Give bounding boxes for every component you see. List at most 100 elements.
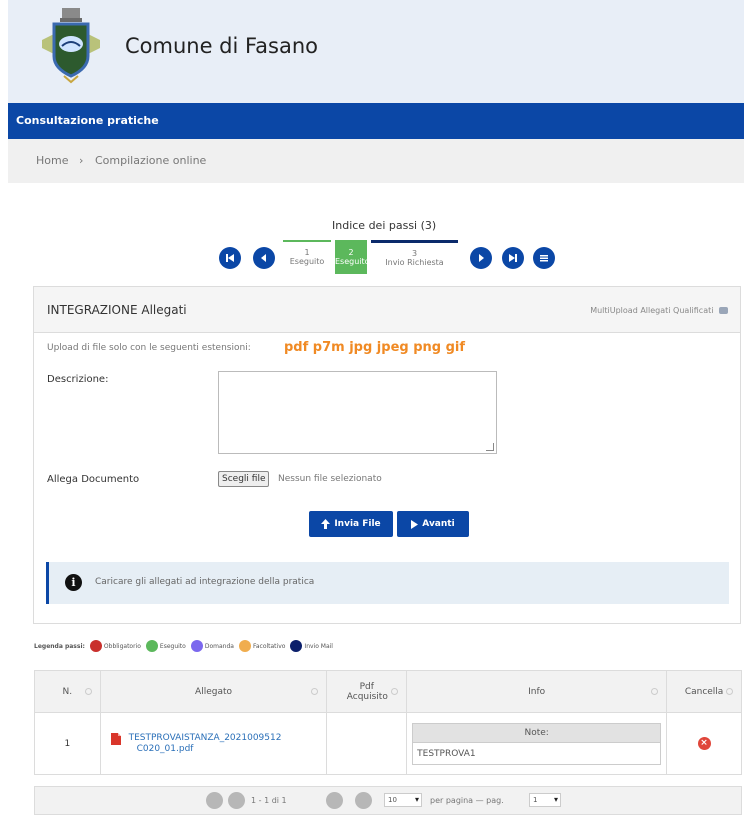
step-1[interactable]: 1 Eseguito (283, 240, 331, 274)
top-nav-bar: Consultazione pratiche (8, 103, 744, 139)
coat-of-arms-logo[interactable] (36, 6, 106, 88)
site-header: Comune di Fasano (8, 0, 744, 103)
step-2-label: Eseguito (335, 257, 370, 266)
step-3-number: 3 (411, 249, 418, 258)
col-info-label: Info (528, 686, 546, 697)
site-title[interactable]: Comune di Fasano (125, 34, 318, 58)
page-size-value: 10 (388, 796, 397, 804)
col-allegato[interactable]: Allegato (99, 670, 328, 713)
cell-allegato: TESTPROVAISTANZA_2021009512 C020_01.pdf (99, 712, 328, 775)
cell-n: 1 (34, 712, 101, 775)
delete-icon[interactable]: × (697, 737, 711, 750)
legend-item-obbligatorio: Obbligatorio (89, 640, 141, 652)
chevron-left-icon (261, 254, 266, 262)
col-pdf-label: Pdf Acquisito (346, 681, 388, 702)
legend-label: Invio Mail (304, 642, 333, 650)
first-step-button[interactable] (219, 247, 241, 269)
col-n-label: N. (62, 686, 73, 697)
no-file-selected: Nessun file selezionato (278, 474, 382, 484)
upload-icon (719, 307, 728, 314)
sort-icon (391, 688, 399, 695)
integrazione-panel: INTEGRAZIONE Allegati MultiUpload Allega… (33, 286, 741, 624)
last-step-button[interactable] (502, 247, 524, 269)
pager-next-icon[interactable] (326, 792, 343, 809)
page-number-select[interactable]: 1 ▾ (529, 793, 561, 807)
pdf-file-icon (110, 732, 121, 745)
next-step-button[interactable] (470, 247, 492, 269)
green-dot-icon (145, 640, 158, 652)
pager-first-icon[interactable] (206, 792, 223, 809)
invia-file-button[interactable]: Invia File (309, 511, 393, 537)
orange-dot-icon (238, 640, 251, 652)
pager-prev-icon[interactable] (228, 792, 245, 809)
sort-icon (311, 688, 319, 695)
steps-menu-button[interactable] (533, 247, 555, 269)
info-icon: i (65, 574, 82, 591)
table-header-row: N. Allegato Pdf Acquisito Info Cancella (34, 670, 742, 713)
legend-title: Legenda passi: (34, 642, 85, 650)
allega-label: Allega Documento (47, 474, 140, 485)
col-n[interactable]: N. (34, 670, 101, 713)
step-3-label: Invio Richiesta (385, 258, 444, 267)
legend-label: Eseguito (159, 642, 186, 650)
resize-grip-icon[interactable] (486, 443, 494, 451)
step-2[interactable]: 2 Eseguito (335, 240, 370, 274)
multiupload-label: MultiUpload Allegati Qualificati (590, 306, 714, 315)
table-pager: 1 - 1 di 1 10 ▾ per pagina — pag. 1 ▾ (34, 786, 742, 815)
page-size-select[interactable]: 10 ▾ (384, 793, 422, 807)
nav-consultazione-link[interactable]: Consultazione pratiche (16, 114, 159, 127)
cell-cancella: × (666, 712, 742, 775)
breadcrumb: Home › Compilazione online (8, 139, 744, 183)
legend-item-eseguito: Eseguito (145, 640, 186, 652)
red-dot-icon (89, 640, 102, 652)
panel-header: INTEGRAZIONE Allegati MultiUpload Allega… (34, 287, 740, 333)
avanti-label: Avanti (422, 519, 455, 529)
legend-label: Facoltativo (252, 642, 286, 650)
col-pdf[interactable]: Pdf Acquisito (326, 670, 408, 713)
table-row: 1 TESTPROVAISTANZA_2021009512 C020_01.pd… (34, 712, 742, 775)
allegato-name-line1: TESTPROVAISTANZA_2021009512 (128, 732, 282, 743)
chevron-right-icon (479, 254, 484, 262)
panel-title: INTEGRAZIONE Allegati (47, 303, 187, 317)
arrow-up-icon (321, 519, 331, 529)
pager-last-icon[interactable] (355, 792, 372, 809)
steps-title: Indice dei passi (3) (332, 219, 437, 232)
breadcrumb-home[interactable]: Home (36, 154, 68, 167)
multiupload-link[interactable]: MultiUpload Allegati Qualificati (590, 306, 728, 315)
cell-info: Note: TESTPROVA1 (406, 712, 668, 775)
allegato-link[interactable]: TESTPROVAISTANZA_2021009512 C020_01.pdf (129, 733, 282, 755)
col-cancella-label: Cancella (684, 686, 724, 697)
skip-back-icon (226, 254, 234, 262)
avanti-button[interactable]: Avanti (397, 511, 469, 537)
legend-label: Obbligatorio (103, 642, 141, 650)
legend-item-facoltativo: Facoltativo (238, 640, 286, 652)
step-1-number: 1 (304, 248, 310, 257)
descrizione-textarea[interactable] (218, 371, 497, 454)
prev-step-button[interactable] (253, 247, 275, 269)
per-page-label: per pagina — pag. (430, 796, 504, 805)
info-alert: i Caricare gli allegati ad integrazione … (46, 562, 729, 604)
legend-item-domanda: Domanda (190, 640, 234, 652)
note-value: TESTPROVA1 (412, 742, 662, 765)
page-number-value: 1 (533, 796, 538, 804)
step-3[interactable]: 3 Invio Richiesta (371, 240, 458, 274)
descrizione-label: Descrizione: (47, 374, 109, 385)
purple-dot-icon (190, 640, 203, 652)
skip-forward-icon (509, 254, 517, 262)
sort-icon (651, 688, 659, 695)
legend-item-invio-mail: Invio Mail (290, 640, 333, 652)
choose-file-button[interactable]: Scegli file (218, 471, 270, 487)
allegati-table: N. Allegato Pdf Acquisito Info Cancella … (34, 670, 742, 775)
step-2-number: 2 (348, 248, 354, 257)
allegato-name-line2: C020_01.pdf (136, 743, 194, 754)
breadcrumb-separator: › (79, 154, 84, 167)
steps-legend: Legenda passi: Obbligatorio Eseguito Dom… (34, 640, 333, 652)
col-info[interactable]: Info (406, 670, 668, 713)
step-1-label: Eseguito (289, 257, 325, 266)
upload-note: Upload di file solo con le seguenti este… (47, 343, 251, 353)
col-cancella[interactable]: Cancella (666, 670, 742, 713)
col-allegato-label: Allegato (195, 686, 232, 697)
legend-label: Domanda (204, 642, 234, 650)
sort-icon (726, 688, 733, 695)
note-header: Note: (412, 722, 662, 743)
